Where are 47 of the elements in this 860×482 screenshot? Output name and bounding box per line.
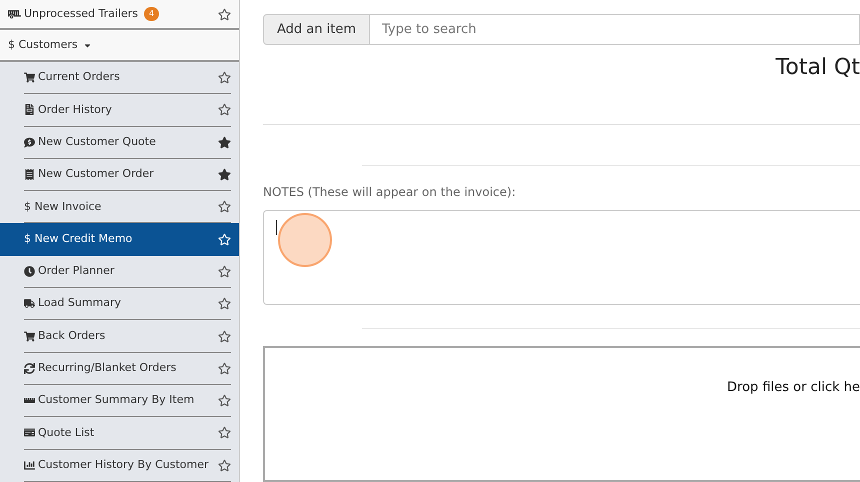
document-icon	[24, 104, 35, 116]
sidebar-item[interactable]: Unprocessed Trailers	[24, 6, 138, 22]
bar-chart-icon	[24, 460, 35, 471]
sidebar-item[interactable]: Quote List	[0, 417, 239, 450]
star-icon[interactable]	[218, 264, 231, 278]
count-badge: 4	[144, 7, 160, 21]
speech-bubble-icon	[24, 136, 35, 148]
sidebar-item[interactable]: New Customer Order	[0, 158, 239, 192]
star-icon[interactable]	[218, 426, 231, 440]
sidebar-item[interactable]: Load Summary	[0, 288, 239, 320]
trailer-icon	[8, 8, 21, 20]
sidebar-item[interactable]: Customer Summary By Item	[0, 384, 239, 418]
truck-icon	[24, 298, 35, 310]
sidebar-item[interactable]: $ New Credit Memo	[0, 223, 239, 256]
star-icon[interactable]	[218, 362, 231, 375]
star-icon[interactable]	[218, 8, 231, 20]
sidebar-item[interactable]: Current Orders	[0, 62, 239, 94]
cart-icon	[24, 330, 35, 342]
file-dropzone[interactable]: Drop files or click he	[263, 346, 860, 482]
star-icon[interactable]	[218, 232, 231, 246]
sidebar-item[interactable]: Customer History By Customer	[0, 450, 239, 482]
star-icon[interactable]	[218, 458, 231, 472]
star-icon[interactable]	[218, 136, 231, 149]
sidebar-item[interactable]: Recurring/Blanket Orders	[0, 352, 239, 385]
sidebar-item[interactable]: New Customer Quote	[0, 126, 239, 159]
click-indicator	[278, 213, 332, 267]
sidebar-item[interactable]: Back Orders	[0, 320, 239, 353]
cart-icon	[24, 72, 35, 84]
clock-icon	[24, 266, 35, 277]
sidebar-section[interactable]: $ Customers	[8, 36, 78, 54]
receipt-icon	[24, 169, 35, 180]
notes-field[interactable]	[263, 210, 860, 306]
star-icon[interactable]	[218, 330, 231, 343]
total-quantity-label: Total Qt	[776, 54, 860, 82]
sidebar-item[interactable]: Order Planner	[0, 256, 239, 288]
text-cursor	[276, 220, 277, 235]
notes-label: NOTES (These will appear on the invoice):	[263, 184, 517, 201]
arrows-cycle-icon	[24, 362, 35, 374]
star-icon[interactable]	[218, 71, 231, 84]
star-icon[interactable]	[218, 297, 231, 310]
sidebar-item[interactable]: Order History	[0, 94, 239, 127]
star-icon[interactable]	[218, 200, 231, 214]
star-icon[interactable]	[218, 103, 231, 116]
star-icon[interactable]	[218, 394, 231, 408]
add-item-button[interactable]: Add an item	[263, 14, 370, 45]
search-field[interactable]: Type to search	[370, 14, 860, 45]
star-icon[interactable]	[218, 168, 231, 182]
